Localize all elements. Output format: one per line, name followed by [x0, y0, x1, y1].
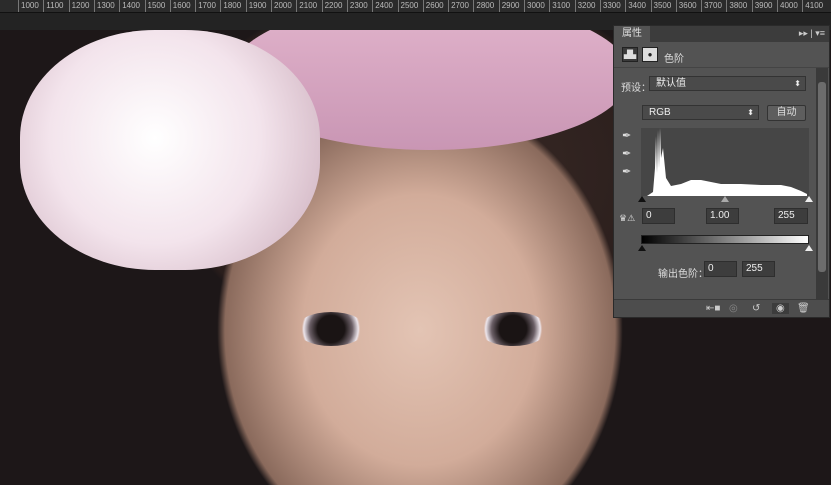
output-black-slider[interactable]: [638, 245, 646, 251]
ruler-label: 1600: [169, 0, 191, 12]
black-eyedropper-icon[interactable]: ✒: [622, 129, 631, 142]
output-gradient: [641, 235, 809, 244]
ruler-label: 1500: [144, 0, 165, 12]
ruler-label: 3300: [599, 0, 621, 12]
ruler-label: 3100: [549, 0, 570, 12]
ruler-label: 1200: [68, 0, 89, 12]
white-eyedropper-icon[interactable]: ✒: [622, 165, 631, 178]
ruler-label: 2400: [372, 0, 393, 12]
mask-icon[interactable]: ●: [642, 47, 658, 62]
ruler-label: 3600: [675, 0, 697, 12]
ruler-label: 3500: [650, 0, 671, 12]
ruler-label: 3700: [701, 0, 722, 12]
ruler-label: 3800: [726, 0, 747, 12]
ruler-label: 4100: [802, 0, 823, 12]
adjustment-title: 色阶: [664, 54, 684, 65]
ruler-label: 3900: [751, 0, 772, 12]
output-levels-label: 输出色阶：: [658, 269, 708, 280]
output-white-slider[interactable]: [805, 245, 813, 251]
ruler-label: 1000: [18, 0, 39, 12]
ruler-label: 2600: [422, 0, 444, 12]
ruler-label: 1300: [93, 0, 115, 12]
panel-scrollbar[interactable]: [816, 68, 828, 300]
ruler-label: 1900: [245, 0, 266, 12]
photo-eye-left: [296, 312, 366, 346]
input-black-field[interactable]: 0: [642, 208, 675, 224]
ruler-label: 3400: [625, 0, 646, 12]
auto-button[interactable]: 自动: [767, 105, 806, 121]
visibility-icon[interactable]: ◉: [772, 303, 789, 314]
ruler-label: 3000: [524, 0, 545, 12]
input-black-slider[interactable]: [638, 196, 646, 202]
output-white-field[interactable]: 255: [742, 261, 775, 277]
panel-menu-icon[interactable]: ▸▸ | ▾≡: [799, 28, 825, 39]
output-black-field[interactable]: 0: [704, 261, 737, 277]
preset-select[interactable]: 默认值 ⬍: [649, 76, 806, 91]
ruler-label: 2500: [397, 0, 418, 12]
ruler-label: 1800: [220, 0, 241, 12]
gray-eyedropper-icon[interactable]: ✒: [622, 147, 631, 160]
ruler-label: 2200: [321, 0, 342, 12]
tab-properties[interactable]: 属性: [614, 26, 650, 42]
panel-footer: ⇤■ ◎ ↺ ◉ 🗑: [614, 299, 829, 317]
view-previous-icon[interactable]: ◎: [729, 303, 738, 314]
input-gamma-slider[interactable]: [721, 196, 729, 202]
ruler-label: 2900: [498, 0, 519, 12]
reset-icon[interactable]: ↺: [752, 303, 760, 314]
ruler-label: 2700: [448, 0, 469, 12]
horizontal-ruler: 1000 1100 1200 1300 1400 1500 1600 1700 1800 1900…: [0, 0, 831, 13]
input-gamma-field[interactable]: 1.00: [706, 208, 739, 224]
ruler-label: 1100: [43, 0, 64, 12]
ruler-label: 2100: [296, 0, 317, 12]
input-white-field[interactable]: 255: [774, 208, 808, 224]
input-white-slider[interactable]: [805, 196, 813, 202]
scrollbar-thumb[interactable]: [818, 82, 826, 272]
ruler-label: 1400: [119, 0, 140, 12]
levels-icon[interactable]: ▟▙: [622, 47, 638, 62]
ruler-label: 2000: [271, 0, 292, 12]
channel-select[interactable]: RGB ⬍: [642, 105, 759, 120]
histogram: [641, 128, 809, 196]
ruler-label: 3200: [574, 0, 595, 12]
histogram-shape: [647, 128, 807, 196]
clipping-warning-icon[interactable]: ♛⚠: [619, 213, 635, 224]
clip-to-layer-icon[interactable]: ⇤■: [706, 303, 720, 314]
photo-flower: [20, 30, 320, 270]
preset-label: 预设：: [621, 83, 651, 94]
ruler-label: 2800: [473, 0, 494, 12]
trash-icon[interactable]: 🗑: [797, 303, 810, 314]
ruler-label: 2300: [346, 0, 368, 12]
ruler-label: 4000: [777, 0, 798, 12]
ruler-label: 1700: [195, 0, 216, 12]
photo-eye-right: [478, 312, 548, 346]
properties-panel: 属性 ▸▸ | ▾≡ ▟▙ ● 色阶 预设： 默认值 ⬍ RGB ⬍ 自动 ✒ ✒ …: [613, 25, 830, 318]
